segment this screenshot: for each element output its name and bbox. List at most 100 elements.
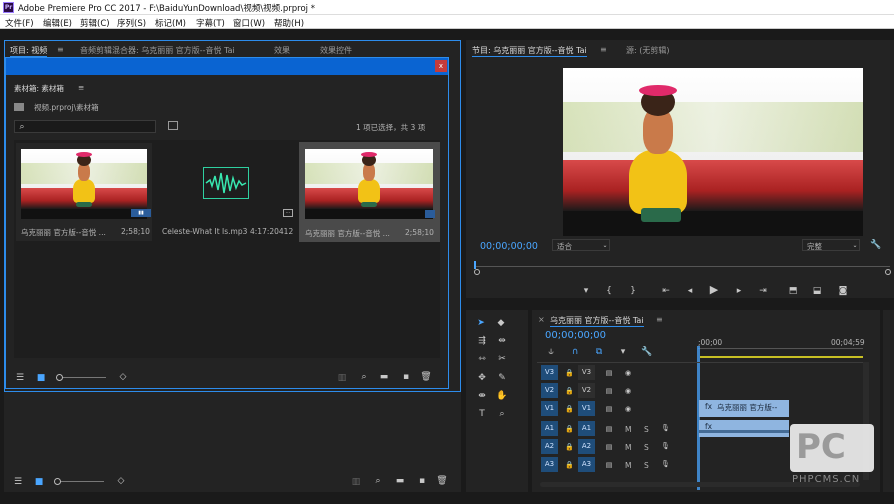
tab-sequence[interactable]: 乌克丽丽 官方版--音悦 Tai [550,315,644,327]
menu-clip[interactable]: 剪辑(C) [80,17,110,29]
icon-view-icon[interactable]: ■ [36,373,46,383]
add-marker-icon[interactable]: ▾ [618,347,628,357]
pen-tool-icon[interactable]: ✎ [496,373,508,383]
lock-icon[interactable]: 🔒 [565,424,574,434]
slide-tool-icon[interactable]: ⇼ [476,391,488,401]
menu-window[interactable]: 窗口(W) [233,17,265,29]
solo-button[interactable]: S [644,443,649,452]
new-bin-icon[interactable]: ▬ [378,372,390,382]
menu-marker[interactable]: 标记(M) [155,17,186,29]
bin-title[interactable]: 素材箱: 素材箱 [14,83,64,94]
bin-item-video-1[interactable]: ▮▮ 乌克丽丽 官方版--音悦 ... 2;58;10 [16,143,152,241]
step-forward-icon[interactable]: ▸ [734,286,744,296]
bin-item-video-2[interactable]: 乌克丽丽 官方版--音悦 ... 2;58;10 [299,142,440,242]
list-view-icon[interactable]: ☰ [12,477,24,487]
nest-icon[interactable]: ⫝ [546,347,556,357]
export-frame-icon[interactable]: ◙ [837,286,849,296]
microphone-icon[interactable]: 🎙 [661,423,670,433]
add-marker-icon[interactable]: ▾ [581,286,591,296]
eye-icon[interactable]: ◉ [623,404,633,414]
track-select-tool-icon[interactable]: ◆ [496,318,506,328]
close-button[interactable]: x [435,60,447,72]
sync-lock-icon[interactable]: ▤ [604,424,614,434]
fit-dropdown[interactable]: 适合 ⌄ [552,239,610,251]
eye-icon[interactable]: ◉ [623,386,633,396]
microphone-icon[interactable]: 🎙 [661,459,670,469]
bin-item-audio[interactable]: ⋯ Celeste-What It Is.mp3 4:17:20412 [156,143,296,241]
type-tool-icon[interactable]: T [476,409,488,419]
playhead[interactable] [474,261,476,269]
rate-stretch-tool-icon[interactable]: ⇿ [476,354,488,364]
sync-lock-icon[interactable]: ▤ [604,460,614,470]
new-bin-icon[interactable]: ▬ [394,476,406,486]
audio-clip[interactable]: fx [699,420,789,437]
hand-tool-icon[interactable]: ✋ [496,391,508,401]
tab-effect-controls[interactable]: 效果控件 [320,45,352,56]
mark-in-icon[interactable]: { [604,286,614,296]
bin-title-bar[interactable]: x [6,58,448,75]
track-a1[interactable]: A1 [578,421,595,436]
extract-icon[interactable]: ⬓ [811,286,823,296]
go-to-out-icon[interactable]: ⇥ [757,286,769,296]
time-ruler[interactable] [698,348,863,356]
menu-title[interactable]: 字幕(T) [196,17,225,29]
close-sequence-icon[interactable]: × [538,315,545,324]
lock-icon[interactable]: 🔒 [565,386,574,396]
source-patch-v2[interactable]: V2 [541,383,558,398]
selection-tool-icon[interactable]: ➤ [476,318,486,328]
work-area-bar[interactable] [700,356,863,358]
tab-source[interactable]: 源: (无剪辑) [626,45,669,56]
sync-lock-icon[interactable]: ▤ [604,442,614,452]
playhead-ruler[interactable] [474,266,890,267]
lock-icon[interactable]: 🔒 [565,404,574,414]
tab-program[interactable]: 节目: 乌克丽丽 官方版--音悦 Tai [472,45,587,57]
source-patch-v3[interactable]: V3 [541,365,558,380]
sort-icon[interactable]: ◇ [118,372,128,382]
tab-effects[interactable]: 效果 [274,45,290,56]
timeline-playhead[interactable] [697,346,700,490]
mark-out-icon[interactable]: } [628,286,638,296]
tab-menu-icon[interactable]: ≡ [57,45,64,54]
track-a3[interactable]: A3 [578,457,595,472]
sync-lock-icon[interactable]: ▤ [604,404,614,414]
source-patch-a1[interactable]: A1 [541,421,558,436]
tab-project[interactable]: 项目: 视频 [10,45,48,57]
sync-lock-icon[interactable]: ▤ [604,368,614,378]
video-clip[interactable]: fx 乌克丽丽 官方版-- [699,400,789,417]
new-item-icon[interactable]: ▪ [416,476,428,486]
timeline-timecode[interactable]: 00;00;00;00 [545,330,606,341]
wrench-icon[interactable]: 🔧 [870,240,881,250]
source-patch-a2[interactable]: A2 [541,439,558,454]
settings-wrench-icon[interactable]: 🔧 [641,347,652,357]
source-patch-a3[interactable]: A3 [541,457,558,472]
search-input[interactable]: ⌕ [14,120,156,133]
solo-button[interactable]: S [644,425,649,434]
icon-view-icon[interactable]: ■ [34,477,44,487]
track-v2[interactable]: V2 [578,383,595,398]
lock-icon[interactable]: 🔒 [565,442,574,452]
menu-file[interactable]: 文件(F) [5,17,34,29]
trash-icon[interactable]: 🗑 [436,476,448,486]
zoom-slider-handle[interactable] [56,374,63,381]
track-v3[interactable]: V3 [578,365,595,380]
zoom-slider[interactable] [58,377,106,378]
menu-sequence[interactable]: 序列(S) [117,17,146,29]
automate-icon[interactable]: ▥ [336,373,348,383]
find-icon[interactable]: ⌕ [358,372,370,382]
eye-icon[interactable]: ◉ [623,368,633,378]
mute-button[interactable]: M [625,425,631,434]
zoom-slider-handle[interactable] [54,478,61,485]
rolling-edit-tool-icon[interactable]: ⇹ [496,336,508,346]
track-v1[interactable]: V1 [578,401,595,416]
zoom-handle-left[interactable] [474,269,480,275]
microphone-icon[interactable]: 🎙 [661,441,670,451]
new-search-bin-icon[interactable] [168,121,178,130]
tab-menu-icon[interactable]: ≡ [600,45,607,54]
lock-icon[interactable]: 🔒 [565,460,574,470]
automate-icon[interactable]: ▥ [350,477,362,487]
play-icon[interactable]: ▶ [708,284,720,295]
find-icon[interactable]: ⌕ [372,476,384,486]
go-to-in-icon[interactable]: ⇤ [660,286,672,296]
trash-icon[interactable]: 🗑 [420,372,432,382]
list-view-icon[interactable]: ☰ [14,373,26,383]
